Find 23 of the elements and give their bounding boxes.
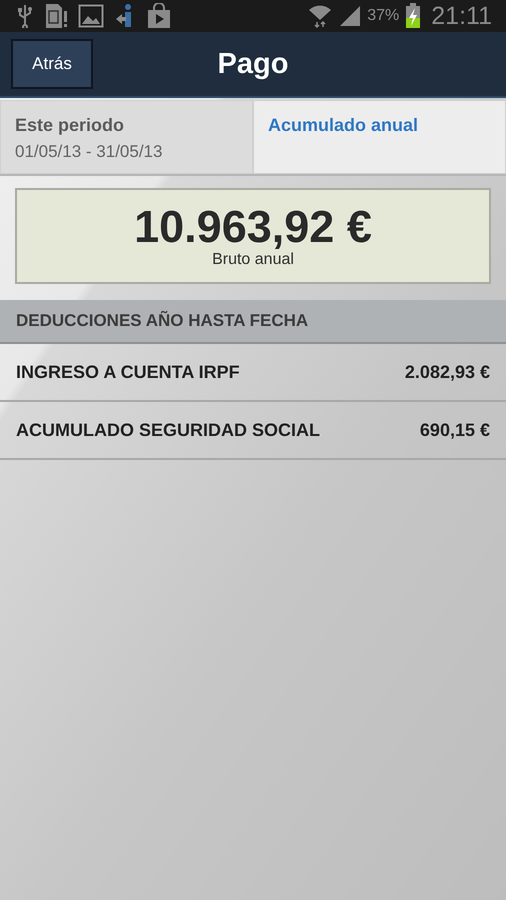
battery-charging-icon <box>405 3 422 29</box>
clock: 21:11 <box>431 2 492 30</box>
back-button[interactable]: Atrás <box>11 39 93 89</box>
deduction-label: INGRESO A CUENTA IRPF <box>16 362 240 382</box>
battery-percentage: 37% <box>367 7 400 25</box>
section-title: DEDUCCIONES AÑO HASTA FECHA <box>16 311 308 331</box>
tab-label: Acumulado anual <box>268 115 420 136</box>
date-range: 01/05/13 - 31/05/13 <box>15 142 164 162</box>
play-store-icon <box>146 3 172 29</box>
deduction-amount: 690,15 € <box>420 420 490 440</box>
deduction-amount: 2.082,93 € <box>404 362 490 382</box>
usb-icon <box>16 4 34 28</box>
tab-label: Este periodo <box>15 115 126 136</box>
amount-caption: Bruto anual <box>212 251 294 269</box>
deduction-label: ACUMULADO SEGURIDAD SOCIAL <box>16 420 320 440</box>
image-icon <box>78 3 104 29</box>
wifi-icon <box>307 4 334 28</box>
signal-icon <box>339 5 362 27</box>
gross-amount: 10.963,92 € <box>134 203 372 251</box>
sd-card-icon <box>44 3 68 29</box>
tab[interactable]: Este periodo 01/05/13 - 31/05/13 <box>0 100 253 174</box>
page-title: Pago <box>218 48 288 80</box>
tab[interactable]: Acumulado anual <box>253 100 506 174</box>
